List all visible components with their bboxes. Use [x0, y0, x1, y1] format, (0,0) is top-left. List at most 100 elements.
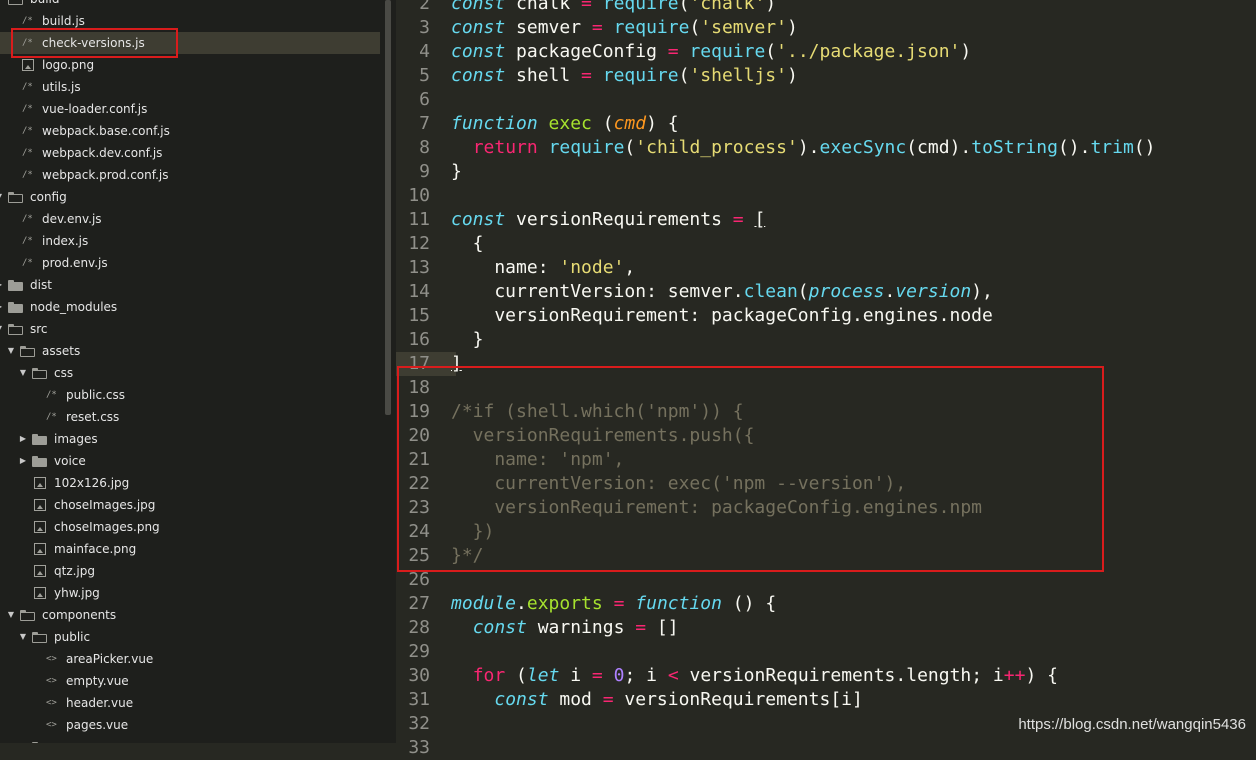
- code-line[interactable]: 9}: [392, 160, 1256, 184]
- tree-item[interactable]: ▼ css: [0, 362, 380, 384]
- chevron-right-icon[interactable]: ▶: [0, 274, 4, 296]
- chevron-down-icon[interactable]: ▼: [0, 0, 4, 10]
- tree-item[interactable]: ▶ dist: [0, 274, 380, 296]
- line-number: 3: [419, 17, 430, 38]
- line-number: 27: [408, 593, 430, 614]
- tree-item[interactable]: ▼ assets: [0, 340, 380, 362]
- tree-item[interactable]: choseImages.jpg: [0, 494, 380, 516]
- code-line[interactable]: 31 const mod = versionRequirements[i]: [392, 688, 1256, 712]
- tree-item[interactable]: ▼ config: [0, 186, 380, 208]
- tree-item[interactable]: /* dev.env.js: [0, 208, 380, 230]
- selected-file-highlight-box: [11, 28, 178, 58]
- code-line[interactable]: 27 module.exports = function () {: [392, 592, 1256, 616]
- code-text: for (let i = 0; i < versionRequirements.…: [472, 665, 1058, 686]
- tree-item-label: choseImages.png: [54, 520, 160, 534]
- tree-item[interactable]: ▼ build: [0, 0, 380, 10]
- tree-item[interactable]: <> areaPicker.vue: [0, 648, 380, 670]
- chevron-down-icon[interactable]: ▼: [0, 186, 4, 208]
- sidebar-scroll-thumb[interactable]: [385, 0, 391, 415]
- chevron-right-icon[interactable]: ▶: [18, 428, 28, 450]
- code-line[interactable]: 14 currentVersion: semver.clean(process.…: [392, 280, 1256, 304]
- tree-item-label: empty.vue: [66, 674, 129, 688]
- tree-item-label: public: [54, 630, 91, 644]
- chevron-down-icon[interactable]: ▼: [6, 604, 16, 626]
- tree-item-label: reset.css: [66, 410, 120, 424]
- line-number: 2: [419, 0, 430, 14]
- code-line[interactable]: 3 const semver = require('semver'): [392, 16, 1256, 40]
- tree-item[interactable]: /* vue-loader.conf.js: [0, 98, 380, 120]
- code-line[interactable]: 33: [392, 736, 1256, 760]
- code-text: return require('child_process').execSync…: [472, 137, 1156, 158]
- chevron-right-icon[interactable]: ▶: [18, 736, 28, 743]
- chevron-down-icon[interactable]: ▼: [6, 340, 16, 362]
- tree-item[interactable]: ▶ images: [0, 428, 380, 450]
- code-text: const shell = require('shelljs'): [451, 65, 798, 86]
- code-line[interactable]: 29: [392, 640, 1256, 664]
- tree-item[interactable]: <> header.vue: [0, 692, 380, 714]
- code-text: name: 'node',: [451, 257, 636, 278]
- js-file-icon: /*: [22, 236, 33, 246]
- line-number: 6: [419, 89, 430, 110]
- tree-item[interactable]: <> empty.vue: [0, 670, 380, 692]
- tree-item[interactable]: ▼ components: [0, 604, 380, 626]
- code-line[interactable]: 11 const versionRequirements = [: [392, 208, 1256, 232]
- tree-item[interactable]: ▶ node_modules: [0, 296, 380, 318]
- chevron-right-icon[interactable]: ▶: [18, 450, 28, 472]
- code-line[interactable]: 13 name: 'node',: [392, 256, 1256, 280]
- tree-item-label: node_modules: [30, 300, 118, 314]
- tree-item[interactable]: mainface.png: [0, 538, 380, 560]
- tree-item-label: yhw.jpg: [54, 586, 100, 600]
- tree-item[interactable]: yhw.jpg: [0, 582, 380, 604]
- tree-item[interactable]: <> pages.vue: [0, 714, 380, 736]
- tree-item-label: components: [42, 608, 117, 622]
- tree-item[interactable]: 102x126.jpg: [0, 472, 380, 494]
- chevron-down-icon[interactable]: ▼: [0, 318, 4, 340]
- vue-file-icon: <>: [46, 676, 57, 686]
- code-line[interactable]: 10: [392, 184, 1256, 208]
- tree-item[interactable]: choseImages.png: [0, 516, 380, 538]
- tree-item[interactable]: /* webpack.dev.conf.js: [0, 142, 380, 164]
- code-line[interactable]: 15 versionRequirement: packageConfig.eng…: [392, 304, 1256, 328]
- tree-item[interactable]: ▶ voice: [0, 450, 380, 472]
- tree-item[interactable]: ▶: [0, 736, 380, 743]
- vue-file-icon: <>: [46, 654, 57, 664]
- folder-icon: [8, 280, 23, 291]
- chevron-right-icon[interactable]: ▶: [0, 296, 4, 318]
- tree-item[interactable]: /* webpack.prod.conf.js: [0, 164, 380, 186]
- line-number: 15: [408, 305, 430, 326]
- sidebar-scrollbar[interactable]: [384, 0, 392, 743]
- line-number: 5: [419, 65, 430, 86]
- code-line[interactable]: 8 return require('child_process').execSy…: [392, 136, 1256, 160]
- code-line[interactable]: 12 {: [392, 232, 1256, 256]
- chevron-down-icon[interactable]: ▼: [18, 362, 28, 384]
- code-line[interactable]: 4 const packageConfig = require('../packa…: [392, 40, 1256, 64]
- line-number: 28: [408, 617, 430, 638]
- tree-item[interactable]: /* webpack.base.conf.js: [0, 120, 380, 142]
- tree-item[interactable]: /* reset.css: [0, 406, 380, 428]
- tree-item[interactable]: /* utils.js: [0, 76, 380, 98]
- tree-item[interactable]: ▼ public: [0, 626, 380, 648]
- tree-item-label: webpack.dev.conf.js: [42, 146, 163, 160]
- tree-item[interactable]: qtz.jpg: [0, 560, 380, 582]
- code-line[interactable]: 30 for (let i = 0; i < versionRequiremen…: [392, 664, 1256, 688]
- tree-item[interactable]: /* index.js: [0, 230, 380, 252]
- tree-item[interactable]: /* prod.env.js: [0, 252, 380, 274]
- code-line[interactable]: 2 const chalk = require('chalk'): [392, 0, 1256, 16]
- js-file-icon: /*: [22, 82, 33, 92]
- image-file-icon: [34, 587, 46, 599]
- code-line[interactable]: 28 const warnings = []: [392, 616, 1256, 640]
- chevron-down-icon[interactable]: ▼: [18, 626, 28, 648]
- js-file-icon: /*: [22, 258, 33, 268]
- code-line[interactable]: 6: [392, 88, 1256, 112]
- line-number: 16: [408, 329, 430, 350]
- folder-open-icon: [8, 324, 23, 335]
- tree-item[interactable]: ▼ src: [0, 318, 380, 340]
- code-line[interactable]: 5 const shell = require('shelljs'): [392, 64, 1256, 88]
- tree-item[interactable]: /* public.css: [0, 384, 380, 406]
- tree-item-label: vue-loader.conf.js: [42, 102, 148, 116]
- js-file-icon: /*: [22, 148, 33, 158]
- code-line[interactable]: 16 }: [392, 328, 1256, 352]
- code-line[interactable]: 7 function exec (cmd) {: [392, 112, 1256, 136]
- line-number: 7: [419, 113, 430, 134]
- line-number: 10: [408, 185, 430, 206]
